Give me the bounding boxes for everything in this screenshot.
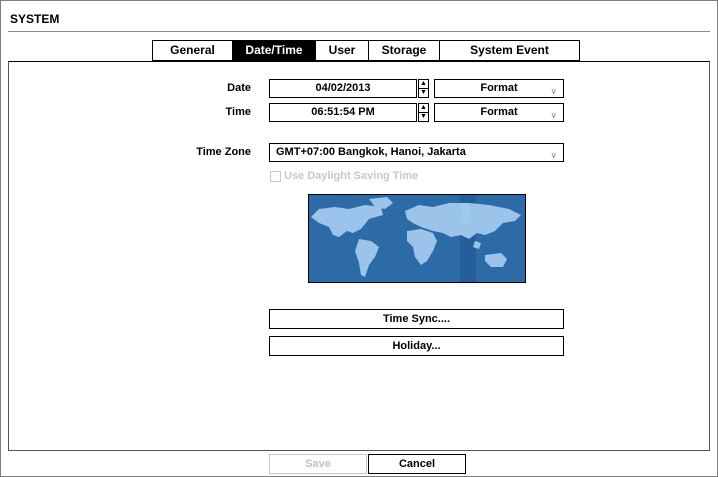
tab-general[interactable]: General (152, 40, 233, 61)
header-divider (8, 31, 710, 32)
world-map-svg (311, 195, 521, 282)
up-arrow-icon[interactable]: ▲ (419, 80, 428, 88)
date-field[interactable]: 04/02/2013 (269, 79, 417, 98)
africa-shape (407, 229, 437, 265)
date-spinner[interactable]: ▲ ▼ (418, 79, 429, 98)
down-arrow-icon[interactable]: ▼ (419, 89, 428, 97)
chevron-down-icon: ∨ (550, 86, 557, 96)
daylight-saving-checkbox[interactable] (270, 171, 281, 182)
tab-system-event[interactable]: System Event (439, 40, 580, 61)
time-field[interactable]: 06:51:54 PM (269, 103, 417, 122)
daylight-saving-label: Use Daylight Saving Time (284, 170, 419, 182)
save-button[interactable]: Save (269, 454, 367, 474)
time-label: Time (225, 106, 251, 118)
down-arrow-icon[interactable]: ▼ (419, 113, 428, 121)
world-map (308, 194, 526, 283)
time-format-label: Format (480, 106, 518, 118)
tab-storage[interactable]: Storage (368, 40, 440, 61)
south-america-shape (355, 239, 379, 277)
cancel-button[interactable]: Cancel (368, 454, 466, 474)
north-america-shape (311, 205, 383, 237)
date-label: Date (227, 82, 251, 94)
up-arrow-icon[interactable]: ▲ (419, 104, 428, 112)
tab-date-time[interactable]: Date/Time (232, 40, 316, 61)
time-zone-dropdown[interactable]: GMT+07:00 Bangkok, Hanoi, Jakarta ∨ (269, 143, 564, 162)
date-format-dropdown[interactable]: Format ∨ (434, 79, 564, 98)
selected-zone-highlight (461, 203, 469, 223)
window-title: SYSTEM (10, 12, 60, 26)
time-sync-button[interactable]: Time Sync.... (269, 309, 564, 329)
holiday-button[interactable]: Holiday... (269, 336, 564, 356)
chevron-down-icon: ∨ (550, 150, 557, 160)
time-spinner[interactable]: ▲ ▼ (418, 103, 429, 122)
time-zone-value: GMT+07:00 Bangkok, Hanoi, Jakarta (276, 146, 466, 158)
australia-shape (485, 253, 507, 267)
date-format-label: Format (480, 82, 518, 94)
tab-user[interactable]: User (315, 40, 369, 61)
chevron-down-icon: ∨ (550, 110, 557, 120)
time-zone-label: Time Zone (196, 146, 251, 158)
time-format-dropdown[interactable]: Format ∨ (434, 103, 564, 122)
